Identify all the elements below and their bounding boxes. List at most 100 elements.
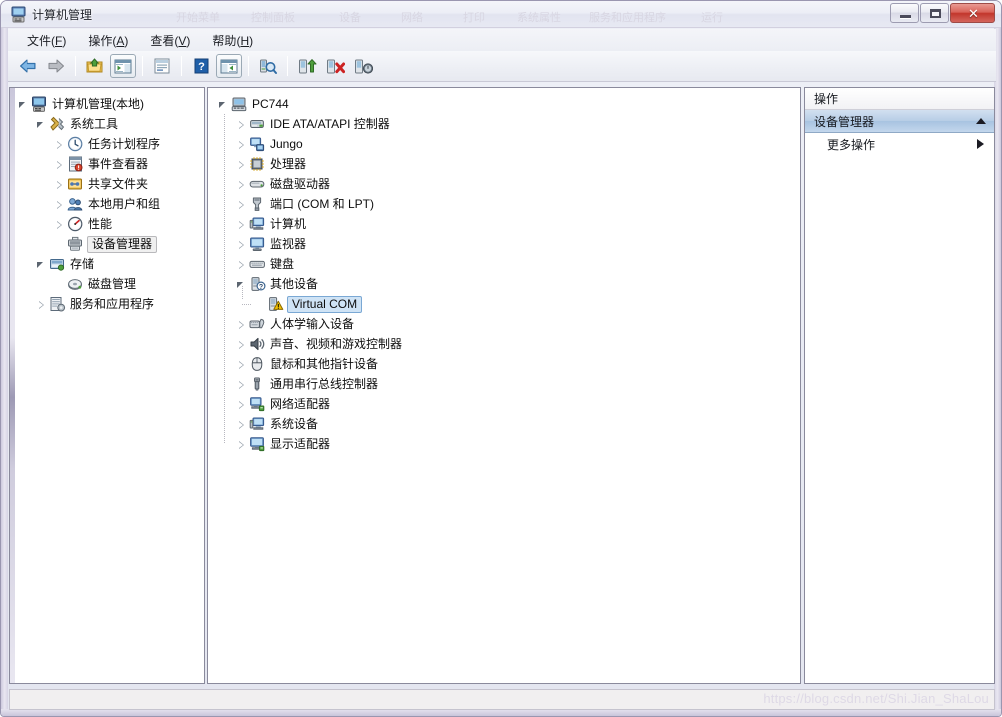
expand-arrow-closed-icon[interactable] <box>236 199 247 210</box>
show-console-tree-icon[interactable] <box>110 54 136 78</box>
tree-item[interactable]: 服务和应用程序 <box>10 294 204 314</box>
expand-arrow-closed-icon[interactable] <box>54 179 65 190</box>
actions-pane[interactable]: 操作 设备管理器 更多操作 <box>804 87 995 684</box>
expand-arrow-closed-icon[interactable] <box>54 199 65 210</box>
tree-item[interactable]: 计算机 <box>208 214 800 234</box>
up-folder-icon[interactable] <box>82 54 108 78</box>
ghost-text-6: 系统属性 <box>517 9 561 25</box>
expand-arrow-closed-icon[interactable] <box>236 319 247 330</box>
ports-icon <box>249 196 266 212</box>
console-tree-pane[interactable]: 计算机管理(本地)系统工具任务计划程序事件查看器共享文件夹本地用户和组性能设备管… <box>9 87 205 684</box>
tree-item[interactable]: 声音、视频和游戏控制器 <box>208 334 800 354</box>
tree-item[interactable]: 性能 <box>10 214 204 234</box>
expand-arrow-closed-icon[interactable] <box>36 299 47 310</box>
expand-arrow-open-icon[interactable] <box>218 99 229 110</box>
local-users-groups-icon <box>67 196 84 212</box>
expand-arrow-closed-icon[interactable] <box>236 399 247 410</box>
expand-arrow-closed-icon[interactable] <box>54 219 65 230</box>
forward-icon[interactable] <box>43 54 69 78</box>
tree-item[interactable]: 任务计划程序 <box>10 134 204 154</box>
maximize-button[interactable] <box>920 3 949 23</box>
expand-arrow-closed-icon[interactable] <box>54 159 65 170</box>
update-driver-icon[interactable] <box>294 54 320 78</box>
actions-section-device-manager[interactable]: 设备管理器 <box>805 110 994 133</box>
tree-item[interactable]: 键盘 <box>208 254 800 274</box>
show-action-pane-icon[interactable] <box>216 54 242 78</box>
ghost-text-1: 开始菜单 <box>176 9 220 25</box>
tree-item[interactable]: 设备管理器 <box>10 234 204 254</box>
expand-arrow-closed-icon[interactable] <box>236 159 247 170</box>
watermark-text: https://blog.csdn.net/Shi.Jian_ShaLou <box>763 691 989 706</box>
close-button[interactable]: ✕ <box>950 3 995 23</box>
expand-arrow-closed-icon[interactable] <box>236 239 247 250</box>
tree-item[interactable]: 计算机管理(本地) <box>10 94 204 114</box>
tree-item[interactable]: 系统工具 <box>10 114 204 134</box>
svg-text:?: ? <box>259 284 263 291</box>
tree-item[interactable]: PC744 <box>208 94 800 114</box>
expand-arrow-closed-icon[interactable] <box>236 139 247 150</box>
tree-item-label: 通用串行总线控制器 <box>270 376 378 392</box>
window-title: 计算机管理 <box>32 6 92 23</box>
tree-item[interactable]: Virtual COM <box>208 294 800 314</box>
jungo-icon <box>249 136 266 152</box>
back-icon[interactable] <box>15 54 41 78</box>
tree-item[interactable]: 鼠标和其他指针设备 <box>208 354 800 374</box>
tree-item[interactable]: IDE ATA/ATAPI 控制器 <box>208 114 800 134</box>
computer-management-icon <box>31 96 48 112</box>
menu-view[interactable]: 查看(V) <box>141 30 199 51</box>
expand-arrow-open-icon[interactable] <box>18 99 29 110</box>
disable-device-icon[interactable] <box>350 54 376 78</box>
expand-arrow-closed-icon[interactable] <box>236 259 247 270</box>
tree-item-label: 磁盘驱动器 <box>270 176 330 192</box>
expand-arrow-closed-icon[interactable] <box>236 419 247 430</box>
close-icon: ✕ <box>951 4 996 24</box>
tree-item[interactable]: Jungo <box>208 134 800 154</box>
scan-hardware-icon[interactable] <box>255 54 281 78</box>
device-tree-pane[interactable]: PC744IDE ATA/ATAPI 控制器 Jungo 处理器磁盘驱动器端口 (C… <box>207 87 801 684</box>
tree-item[interactable]: 网络适配器 <box>208 394 800 414</box>
ghost-text-5: 打印 <box>463 9 485 25</box>
tree-item[interactable]: 监视器 <box>208 234 800 254</box>
tree-item[interactable]: 显示适配器 <box>208 434 800 454</box>
tree-item[interactable]: 磁盘管理 <box>10 274 204 294</box>
expand-arrow-closed-icon[interactable] <box>236 179 247 190</box>
tree-item-label: 端口 (COM 和 LPT) <box>270 196 374 212</box>
tree-item[interactable]: ?其他设备 <box>208 274 800 294</box>
title-bar[interactable]: 计算机管理 开始菜单 控制面板 设备 网络 打印 系统属性 服务和应用程序 运行… <box>1 1 1002 28</box>
disk-drive-icon <box>249 176 266 192</box>
expand-arrow-closed-icon[interactable] <box>54 139 65 150</box>
tree-item-label: 本地用户和组 <box>88 196 160 212</box>
menu-help[interactable]: 帮助(H) <box>203 30 262 51</box>
chevron-up-icon[interactable] <box>976 118 986 124</box>
properties-icon[interactable] <box>149 54 175 78</box>
expand-arrow-closed-icon[interactable] <box>236 359 247 370</box>
expand-arrow-closed-icon[interactable] <box>236 339 247 350</box>
tree-item[interactable]: 处理器 <box>208 154 800 174</box>
help-icon[interactable]: ? <box>188 54 214 78</box>
services-apps-icon <box>49 296 66 312</box>
expand-arrow-open-icon[interactable] <box>36 259 47 270</box>
tree-item[interactable]: 共享文件夹 <box>10 174 204 194</box>
toolbar-separator-2 <box>142 56 143 76</box>
minimize-button[interactable] <box>890 3 919 23</box>
tree-item[interactable]: 磁盘驱动器 <box>208 174 800 194</box>
tree-item-label: 网络适配器 <box>270 396 330 412</box>
expand-arrow-closed-icon[interactable] <box>236 439 247 450</box>
tree-item[interactable]: 事件查看器 <box>10 154 204 174</box>
expand-arrow-closed-icon[interactable] <box>236 379 247 390</box>
tree-item[interactable]: 系统设备 <box>208 414 800 434</box>
tree-item-label: Jungo <box>270 136 303 152</box>
performance-icon <box>67 216 84 232</box>
expand-arrow-open-icon[interactable] <box>36 119 47 130</box>
menu-action[interactable]: 操作(A) <box>79 30 137 51</box>
menu-file[interactable]: 文件(F) <box>18 30 75 51</box>
tree-item[interactable]: 端口 (COM 和 LPT) <box>208 194 800 214</box>
tree-item[interactable]: 通用串行总线控制器 <box>208 374 800 394</box>
expand-arrow-closed-icon[interactable] <box>236 119 247 130</box>
tree-item[interactable]: 存储 <box>10 254 204 274</box>
expand-arrow-closed-icon[interactable] <box>236 219 247 230</box>
tree-item[interactable]: 人体学输入设备 <box>208 314 800 334</box>
uninstall-device-icon[interactable] <box>322 54 348 78</box>
action-more-actions[interactable]: 更多操作 <box>805 133 994 155</box>
tree-item[interactable]: 本地用户和组 <box>10 194 204 214</box>
